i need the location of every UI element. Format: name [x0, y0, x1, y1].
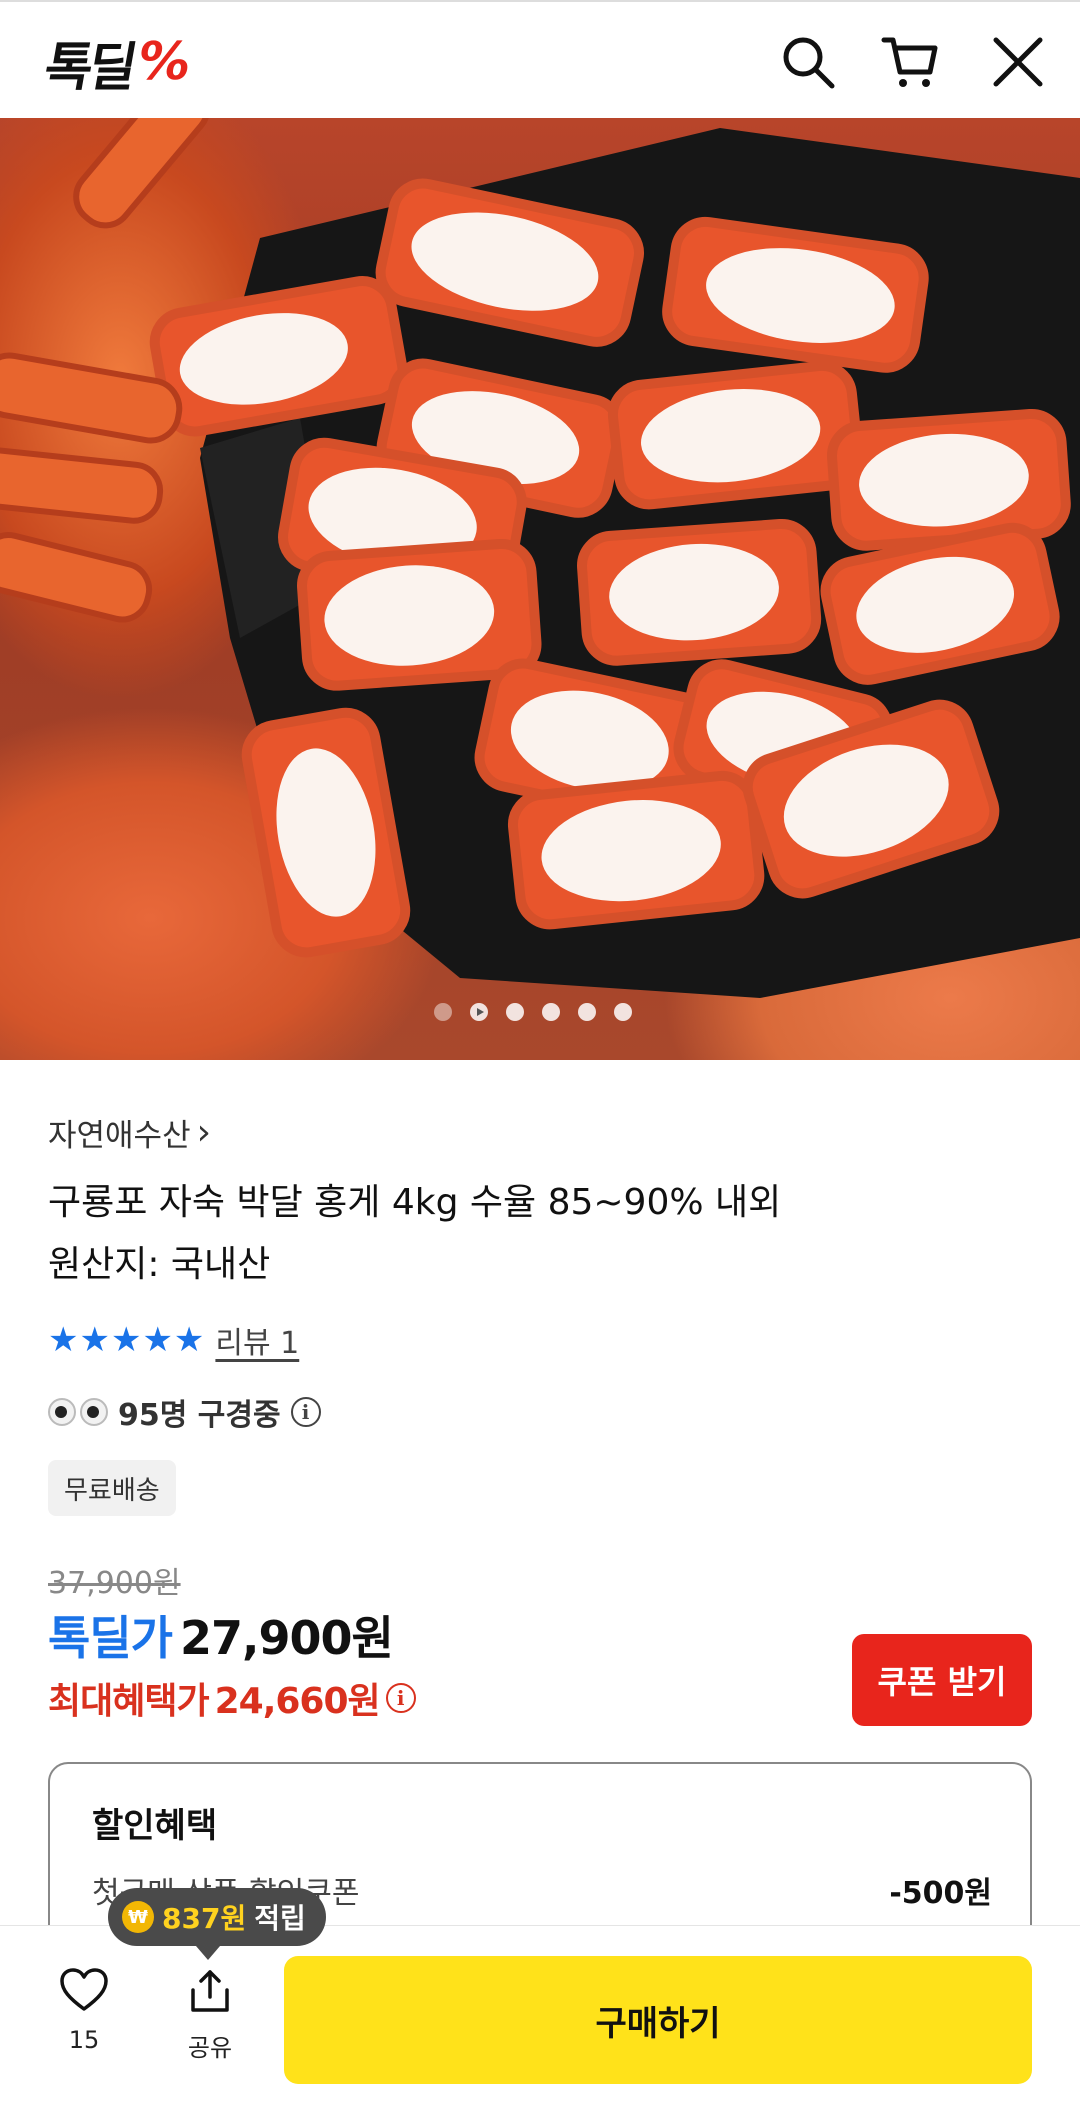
carousel-dot[interactable]: [542, 1003, 560, 1021]
chevron-right-icon: ›: [196, 1112, 212, 1153]
viewers-text: 95명 구경중: [118, 1398, 281, 1433]
close-icon[interactable]: [988, 32, 1048, 92]
play-icon[interactable]: [470, 1003, 488, 1021]
seller-link[interactable]: 자연애수산 ›: [48, 1110, 211, 1155]
logo-percent-symbol: %: [132, 32, 196, 92]
carousel-dot[interactable]: [614, 1003, 632, 1021]
product-title-line: 구룡포 자숙 박달 홍게 4kg 수율 85~90% 내외: [48, 1182, 782, 1223]
points-suffix: 적립: [254, 1902, 306, 1935]
free-shipping-badge: 무료배송: [48, 1460, 176, 1516]
viewers-count: 95명 구경중 i: [48, 1390, 321, 1434]
like-button[interactable]: 15: [34, 1968, 134, 2054]
original-price: 37,900원: [48, 1566, 181, 1601]
deal-price-label: 톡딜가: [48, 1611, 173, 1665]
discount-value: -500원: [889, 1876, 992, 1911]
max-benefit-price: 24,660원: [214, 1681, 381, 1722]
review-link[interactable]: 리뷰 1: [215, 1318, 299, 1362]
deal-price: 27,900원: [179, 1611, 394, 1665]
eyes-icon: [48, 1398, 108, 1426]
like-count: 15: [68, 2026, 100, 2054]
points-amount: 837원: [162, 1902, 247, 1935]
get-coupon-button[interactable]: 쿠폰 받기: [852, 1634, 1032, 1726]
carousel-dot[interactable]: [434, 1003, 452, 1021]
buy-button[interactable]: 구매하기: [284, 1956, 1032, 2084]
share-icon: [191, 1970, 229, 2012]
discount-title: 할인혜택: [92, 1806, 218, 1846]
share-label: 공유: [187, 2034, 233, 2062]
logo-text: 톡딜: [39, 37, 139, 98]
info-icon[interactable]: i: [385, 1683, 416, 1713]
info-icon[interactable]: i: [290, 1397, 321, 1427]
product-title: 구룡포 자숙 박달 홍게 4kg 수율 85~90% 내외 원산지: 국내산: [48, 1172, 1038, 1296]
search-icon[interactable]: [778, 32, 838, 92]
app-logo[interactable]: 톡딜 %: [40, 32, 195, 98]
seller-name: 자연애수산: [48, 1118, 191, 1154]
deal-price-row: 톡딜가 27,900원: [48, 1602, 394, 1668]
max-benefit-label: 최대혜택가: [48, 1681, 210, 1722]
coin-icon: ₩: [122, 1901, 154, 1933]
top-header: 톡딜 %: [0, 0, 1080, 118]
share-button[interactable]: 공유: [160, 1968, 260, 2063]
points-tooltip: ₩ 837원 적립: [108, 1888, 326, 1960]
bottom-action-bar: 15 공유 구매하기: [0, 1925, 1080, 2113]
carousel-indicator[interactable]: [434, 1003, 632, 1021]
max-benefit-price-row: 최대혜택가 24,660원 i: [48, 1672, 416, 1724]
star-rating-icon: ★★★★★: [48, 1320, 206, 1360]
carousel-dot[interactable]: [506, 1003, 524, 1021]
product-hero-image[interactable]: [0, 118, 1080, 1060]
cart-icon[interactable]: [880, 32, 940, 92]
heart-icon: [60, 1968, 108, 2011]
rating-row: ★★★★★ 리뷰 1: [48, 1318, 299, 1362]
crab-legs-illustration: [0, 118, 1080, 998]
carousel-dot[interactable]: [578, 1003, 596, 1021]
product-origin-line: 원산지: 국내산: [48, 1244, 271, 1285]
